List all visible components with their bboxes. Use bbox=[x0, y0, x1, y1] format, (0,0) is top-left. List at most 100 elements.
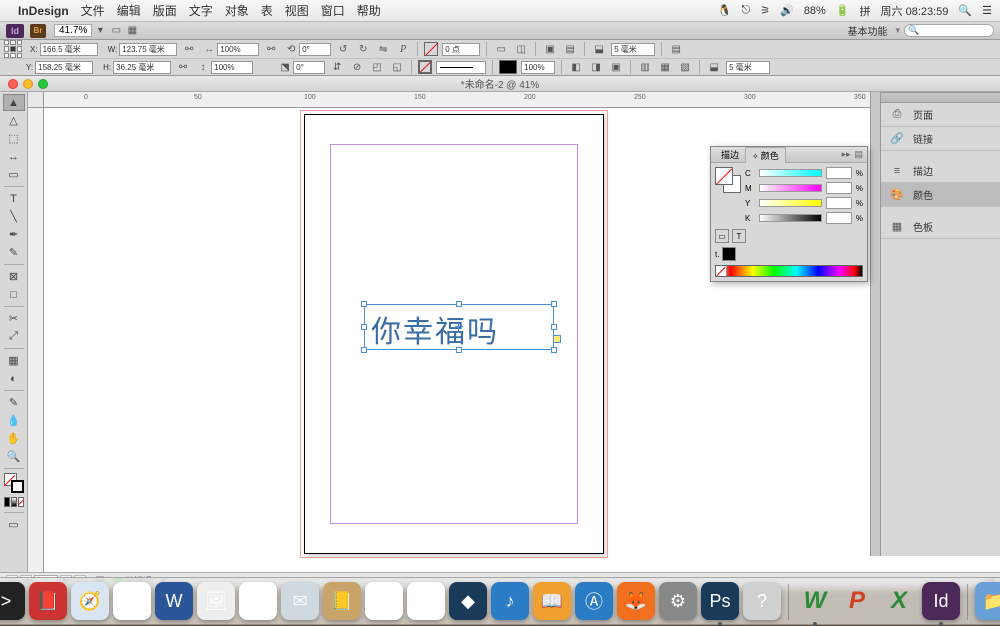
dock-reminders[interactable]: ☑ bbox=[365, 582, 403, 620]
horizontal-ruler[interactable]: 0 50 100 150 200 250 300 350 bbox=[44, 92, 1000, 108]
screen-mode-icon[interactable]: ▭ bbox=[108, 23, 124, 39]
zoom-level[interactable]: 41.7% bbox=[54, 24, 92, 37]
c-value[interactable] bbox=[826, 167, 852, 179]
scissors-tool[interactable]: ✂ bbox=[3, 310, 25, 327]
reference-point[interactable] bbox=[4, 40, 22, 58]
color-panel-collapse-icon[interactable]: ▸▸ bbox=[841, 149, 850, 160]
page-tool[interactable]: ⬚ bbox=[3, 130, 25, 147]
corner-y-field[interactable]: 5 毫米 bbox=[726, 61, 770, 74]
note-tool[interactable]: ✎ bbox=[3, 394, 25, 411]
direct-selection-tool[interactable]: △ bbox=[3, 112, 25, 129]
corner2-icon[interactable]: ⬓ bbox=[706, 59, 722, 75]
opacity-field[interactable]: 100% bbox=[521, 61, 555, 74]
handle-mr[interactable] bbox=[551, 324, 557, 330]
battery-icon[interactable]: 🔋 bbox=[836, 4, 850, 17]
out-port[interactable] bbox=[553, 335, 561, 343]
notification-icon[interactable]: ☰ bbox=[982, 4, 992, 17]
dock-itools[interactable]: ⚙ bbox=[113, 582, 151, 620]
view-mode-icon[interactable]: ▾ bbox=[92, 23, 108, 39]
menu-type[interactable]: 文字 bbox=[189, 2, 213, 19]
handle-tm[interactable] bbox=[456, 301, 462, 307]
menu-help[interactable]: 帮助 bbox=[357, 2, 381, 19]
fx-icon[interactable]: ▭ bbox=[493, 41, 509, 57]
color-tab-color[interactable]: ✧颜色 bbox=[745, 147, 786, 163]
dock-ical[interactable]: 16 bbox=[239, 582, 277, 620]
dock-terminal[interactable]: > bbox=[0, 582, 25, 620]
text-wrap-jumpnext-icon[interactable]: ▧ bbox=[677, 59, 693, 75]
input-method[interactable]: 拼 bbox=[860, 3, 871, 19]
y-slider[interactable] bbox=[759, 199, 822, 207]
battery-text[interactable]: 88% bbox=[804, 5, 826, 17]
y-value[interactable] bbox=[826, 197, 852, 209]
panel-stroke[interactable]: ≡描边 bbox=[881, 159, 1000, 183]
ruler-origin[interactable] bbox=[28, 92, 44, 108]
stroke-type[interactable] bbox=[436, 61, 486, 74]
fill-stroke-swap[interactable] bbox=[3, 472, 25, 494]
m-value[interactable] bbox=[826, 182, 852, 194]
dock-photos[interactable]: ✿ bbox=[407, 582, 445, 620]
rectangle-frame-tool[interactable]: ⊠ bbox=[3, 268, 25, 285]
c-slider[interactable] bbox=[759, 169, 822, 177]
panel-links[interactable]: 🔗链接 bbox=[881, 127, 1000, 151]
hand-tool[interactable]: ✋ bbox=[3, 430, 25, 447]
rotate-ccw-icon[interactable]: ↺ bbox=[335, 41, 351, 57]
constrain-scale-icon[interactable]: ⚯ bbox=[263, 41, 279, 57]
stroke-swatch[interactable] bbox=[418, 60, 432, 74]
view-mode-normal[interactable]: ▭ bbox=[3, 516, 25, 533]
y-field[interactable]: 158.25 毫米 bbox=[35, 61, 93, 74]
drop-shadow-icon[interactable]: ◫ bbox=[513, 41, 529, 57]
text-wrap-bound-icon[interactable]: ▤ bbox=[562, 41, 578, 57]
fill-swatch[interactable] bbox=[424, 42, 438, 56]
dock-itunes[interactable]: ♪ bbox=[491, 582, 529, 620]
bridge-icon[interactable]: Br bbox=[30, 24, 46, 38]
container-fill-icon[interactable]: ▭ bbox=[715, 229, 729, 243]
corner-icon[interactable]: ⬓ bbox=[591, 41, 607, 57]
volume-icon[interactable]: 🔊 bbox=[780, 4, 794, 17]
m-slider[interactable] bbox=[759, 184, 822, 192]
apply-color[interactable] bbox=[3, 495, 25, 509]
clear-transform-icon[interactable]: ⊘ bbox=[349, 59, 365, 75]
dock-mail[interactable]: ✉ bbox=[281, 582, 319, 620]
handle-bm[interactable] bbox=[456, 347, 462, 353]
fit-frame-icon[interactable]: ◨ bbox=[588, 59, 604, 75]
corner-x-field[interactable]: 5 毫米 bbox=[611, 43, 655, 56]
panel-collapse-strip[interactable] bbox=[870, 92, 880, 556]
line-tool[interactable]: ╲ bbox=[3, 208, 25, 225]
selection-tool[interactable]: ▲ bbox=[3, 94, 25, 111]
window-minimize-button[interactable] bbox=[23, 79, 33, 89]
type-tool[interactable]: T bbox=[3, 190, 25, 207]
qq-icon[interactable]: 🐧 bbox=[718, 4, 732, 17]
gap-tool[interactable]: ↔ bbox=[3, 148, 25, 165]
gradient-feather-tool[interactable]: ◐ bbox=[3, 370, 25, 387]
dock-preview[interactable]: 🖼 bbox=[197, 582, 235, 620]
flip-h-icon[interactable]: ⇋ bbox=[375, 41, 391, 57]
handle-tr[interactable] bbox=[551, 301, 557, 307]
content-collector-tool[interactable]: ▭ bbox=[3, 166, 25, 183]
panel-pages[interactable]: ⎙页面 bbox=[881, 103, 1000, 127]
workspace-switcher[interactable]: 基本功能 bbox=[847, 23, 887, 38]
dock-wps-x[interactable]: X bbox=[880, 582, 918, 620]
dock-reader[interactable]: 📕 bbox=[29, 582, 67, 620]
dock-contacts[interactable]: 📒 bbox=[323, 582, 361, 620]
color-spectrum[interactable] bbox=[715, 265, 863, 277]
pencil-tool[interactable]: ✎ bbox=[3, 244, 25, 261]
none-swatch-icon[interactable] bbox=[716, 266, 726, 276]
workspace-chevron-icon[interactable]: ▾ bbox=[895, 25, 900, 36]
text-wrap-none-icon[interactable]: ▣ bbox=[542, 41, 558, 57]
clock[interactable]: 周六 08:23:59 bbox=[881, 3, 949, 19]
spotlight-icon[interactable]: 🔍 bbox=[958, 4, 972, 17]
last-color-icon[interactable] bbox=[722, 247, 736, 261]
fit-content-icon[interactable]: ◧ bbox=[568, 59, 584, 75]
text-wrap-shape-icon[interactable]: ▥ bbox=[637, 59, 653, 75]
menu-window[interactable]: 窗口 bbox=[321, 2, 345, 19]
panel-swatches[interactable]: ▦色板 bbox=[881, 215, 1000, 239]
text-wrap-jump-icon[interactable]: ▦ bbox=[657, 59, 673, 75]
handle-bl[interactable] bbox=[361, 347, 367, 353]
menu-edit[interactable]: 编辑 bbox=[117, 2, 141, 19]
rotate-field[interactable]: 0° bbox=[299, 43, 331, 56]
dock-wps-w[interactable]: W bbox=[796, 582, 834, 620]
handle-tl[interactable] bbox=[361, 301, 367, 307]
color-tab-stroke[interactable]: 描边 bbox=[715, 147, 745, 162]
menu-object[interactable]: 对象 bbox=[225, 2, 249, 19]
panel-color[interactable]: 🎨颜色 bbox=[881, 183, 1000, 207]
